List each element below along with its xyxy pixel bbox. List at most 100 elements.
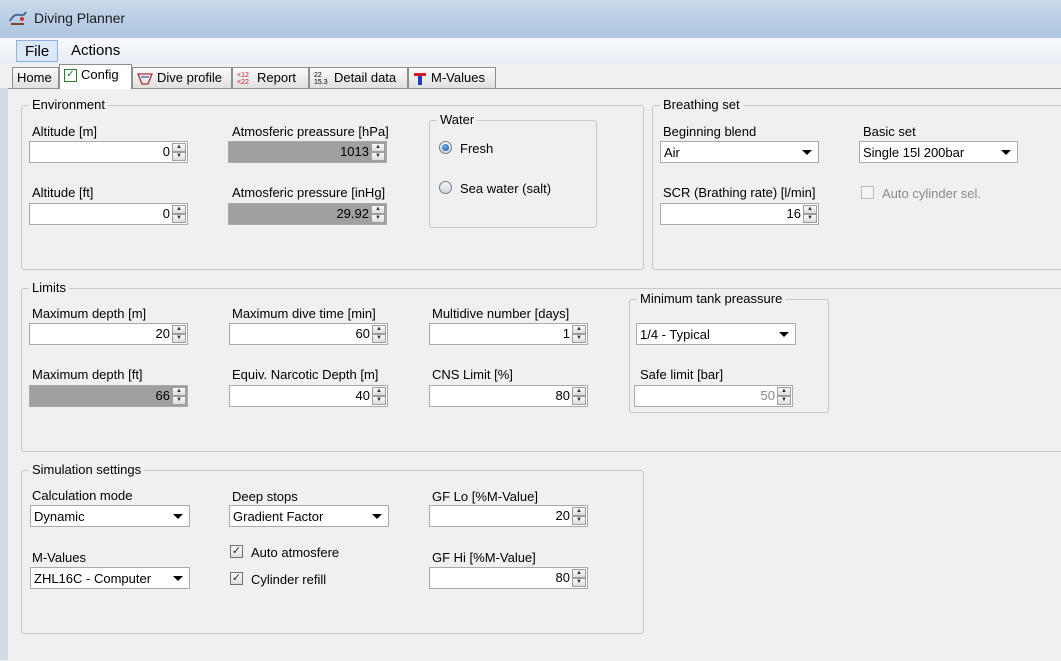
- max-depth-m-label: Maximum depth [m]: [32, 306, 147, 321]
- spin-up-icon[interactable]: ▲: [172, 143, 186, 152]
- spin-down-icon[interactable]: ▼: [572, 334, 586, 343]
- spin-down-icon[interactable]: ▼: [777, 396, 791, 405]
- gf-lo-field[interactable]: 20 ▲ ▼: [429, 505, 588, 527]
- cns-limit-value: 80: [555, 388, 570, 403]
- max-depth-ft-label: Maximum depth [ft]: [32, 367, 143, 382]
- spin-up-icon[interactable]: ▲: [372, 325, 386, 334]
- deep-stops-select[interactable]: Gradient Factor: [229, 505, 389, 527]
- tab-home[interactable]: Home: [12, 67, 59, 88]
- atm-inhg-label: Atmosferic pressure [inHg]: [232, 185, 386, 200]
- max-depth-ft-field[interactable]: 66 ▲ ▼: [29, 385, 188, 407]
- spin-down-icon[interactable]: ▼: [172, 396, 186, 405]
- menu-file[interactable]: File: [16, 40, 59, 62]
- cylinder-refill-label: Cylinder refill: [251, 572, 327, 587]
- m-values-select[interactable]: ZHL16C - Computer: [30, 567, 190, 589]
- spin-up-icon[interactable]: ▲: [572, 569, 586, 578]
- multidive-field[interactable]: 1 ▲ ▼: [429, 323, 588, 345]
- spin-up-icon[interactable]: ▲: [777, 387, 791, 396]
- water-group: Water: [429, 112, 597, 228]
- deep-stops-label: Deep stops: [232, 489, 298, 504]
- spin-up-icon[interactable]: ▲: [572, 387, 586, 396]
- spin-down-icon[interactable]: ▼: [572, 516, 586, 525]
- m-values-label: M-Values: [32, 550, 86, 565]
- breathing-set-title: Breathing set: [660, 97, 743, 112]
- tab-m-values[interactable]: M-Values: [408, 67, 496, 88]
- multidive-label: Multidive number [days]: [432, 306, 570, 321]
- left-edge: [0, 88, 8, 660]
- max-depth-m-field[interactable]: 20 ▲ ▼: [29, 323, 188, 345]
- safe-limit-field[interactable]: 50 ▲ ▼: [634, 385, 793, 407]
- spin-up-icon[interactable]: ▲: [371, 143, 385, 152]
- tab-config[interactable]: ✓ Config: [59, 64, 132, 89]
- atm-hpa-field[interactable]: 1013 ▲ ▼: [228, 141, 387, 163]
- radio-sea-water-label: Sea water (salt): [460, 181, 552, 196]
- tab-detail-data[interactable]: 22 15.3 Detail data: [309, 67, 408, 88]
- menu-actions[interactable]: Actions: [63, 40, 128, 62]
- altitude-ft-field[interactable]: 0 ▲ ▼: [29, 203, 188, 225]
- cns-limit-field[interactable]: 80 ▲ ▼: [429, 385, 588, 407]
- window-title: Diving Planner: [34, 10, 126, 26]
- tab-dive-profile[interactable]: Dive profile: [132, 67, 232, 88]
- spin-up-icon[interactable]: ▲: [572, 325, 586, 334]
- calc-mode-value: Dynamic: [34, 509, 85, 524]
- cylinder-refill-checkbox[interactable]: ✓: [230, 572, 243, 585]
- limits-title: Limits: [29, 280, 69, 295]
- spin-down-icon[interactable]: ▼: [803, 214, 817, 223]
- tab-config-label: Config: [81, 67, 119, 82]
- tab-strip: Home ✓ Config Dive profile <12 <22 Report 2…: [0, 64, 1061, 89]
- beginning-blend-select[interactable]: Air: [660, 141, 819, 163]
- spin-down-icon[interactable]: ▼: [372, 396, 386, 405]
- spin-up-icon[interactable]: ▲: [371, 205, 385, 214]
- spin-up-icon[interactable]: ▲: [803, 205, 817, 214]
- radio-fresh[interactable]: [439, 141, 452, 154]
- spin-down-icon[interactable]: ▼: [172, 152, 186, 161]
- calc-mode-label: Calculation mode: [32, 488, 133, 503]
- spin-up-icon[interactable]: ▲: [172, 205, 186, 214]
- spin-down-icon[interactable]: ▼: [572, 396, 586, 405]
- deep-stops-value: Gradient Factor: [233, 509, 324, 524]
- spin-down-icon[interactable]: ▼: [371, 152, 385, 161]
- spin-up-icon[interactable]: ▲: [372, 387, 386, 396]
- radio-sea-water[interactable]: [439, 181, 452, 194]
- app-icon: [9, 11, 27, 25]
- tab-home-label: Home: [17, 70, 52, 85]
- gf-hi-value: 80: [555, 570, 570, 585]
- atm-hpa-value: 1013: [340, 144, 369, 159]
- end-value: 40: [355, 388, 370, 403]
- auto-cylinder-checkbox[interactable]: [861, 186, 874, 199]
- chevron-down-icon: [802, 150, 812, 155]
- basic-set-label: Basic set: [863, 124, 916, 139]
- spin-down-icon[interactable]: ▼: [172, 214, 186, 223]
- min-tank-select[interactable]: 1/4 - Typical: [636, 323, 796, 345]
- multidive-value: 1: [562, 326, 570, 341]
- altitude-ft-value: 0: [162, 206, 170, 221]
- spin-up-icon[interactable]: ▲: [572, 507, 586, 516]
- gf-lo-label: GF Lo [%M-Value]: [432, 489, 538, 504]
- beginning-blend-value: Air: [664, 145, 680, 160]
- spin-down-icon[interactable]: ▼: [172, 334, 186, 343]
- spin-down-icon[interactable]: ▼: [572, 578, 586, 587]
- chevron-down-icon: [173, 576, 183, 581]
- spin-up-icon[interactable]: ▲: [172, 325, 186, 334]
- end-field[interactable]: 40 ▲ ▼: [229, 385, 388, 407]
- altitude-m-field[interactable]: 0 ▲ ▼: [29, 141, 188, 163]
- radio-fresh-label: Fresh: [460, 141, 494, 156]
- basic-set-select[interactable]: Single 15l 200bar: [859, 141, 1018, 163]
- cns-limit-label: CNS Limit [%]: [432, 367, 513, 382]
- spin-up-icon[interactable]: ▲: [172, 387, 186, 396]
- spin-down-icon[interactable]: ▼: [371, 214, 385, 223]
- altitude-m-value: 0: [162, 144, 170, 159]
- dive-profile-icon: [137, 72, 153, 85]
- max-depth-ft-value: 66: [155, 388, 170, 403]
- tab-m-values-label: M-Values: [431, 70, 485, 85]
- auto-atmosfere-checkbox[interactable]: ✓: [230, 545, 243, 558]
- spin-down-icon[interactable]: ▼: [372, 334, 386, 343]
- scr-field[interactable]: 16 ▲ ▼: [660, 203, 819, 225]
- calc-mode-select[interactable]: Dynamic: [30, 505, 190, 527]
- gf-hi-field[interactable]: 80 ▲ ▼: [429, 567, 588, 589]
- max-dive-time-field[interactable]: 60 ▲ ▼: [229, 323, 388, 345]
- auto-atmosfere-label: Auto atmosfere: [251, 545, 340, 560]
- auto-cylinder-label: Auto cylinder sel.: [882, 186, 981, 201]
- atm-inhg-field[interactable]: 29.92 ▲ ▼: [228, 203, 387, 225]
- tab-report[interactable]: <12 <22 Report: [232, 67, 309, 88]
